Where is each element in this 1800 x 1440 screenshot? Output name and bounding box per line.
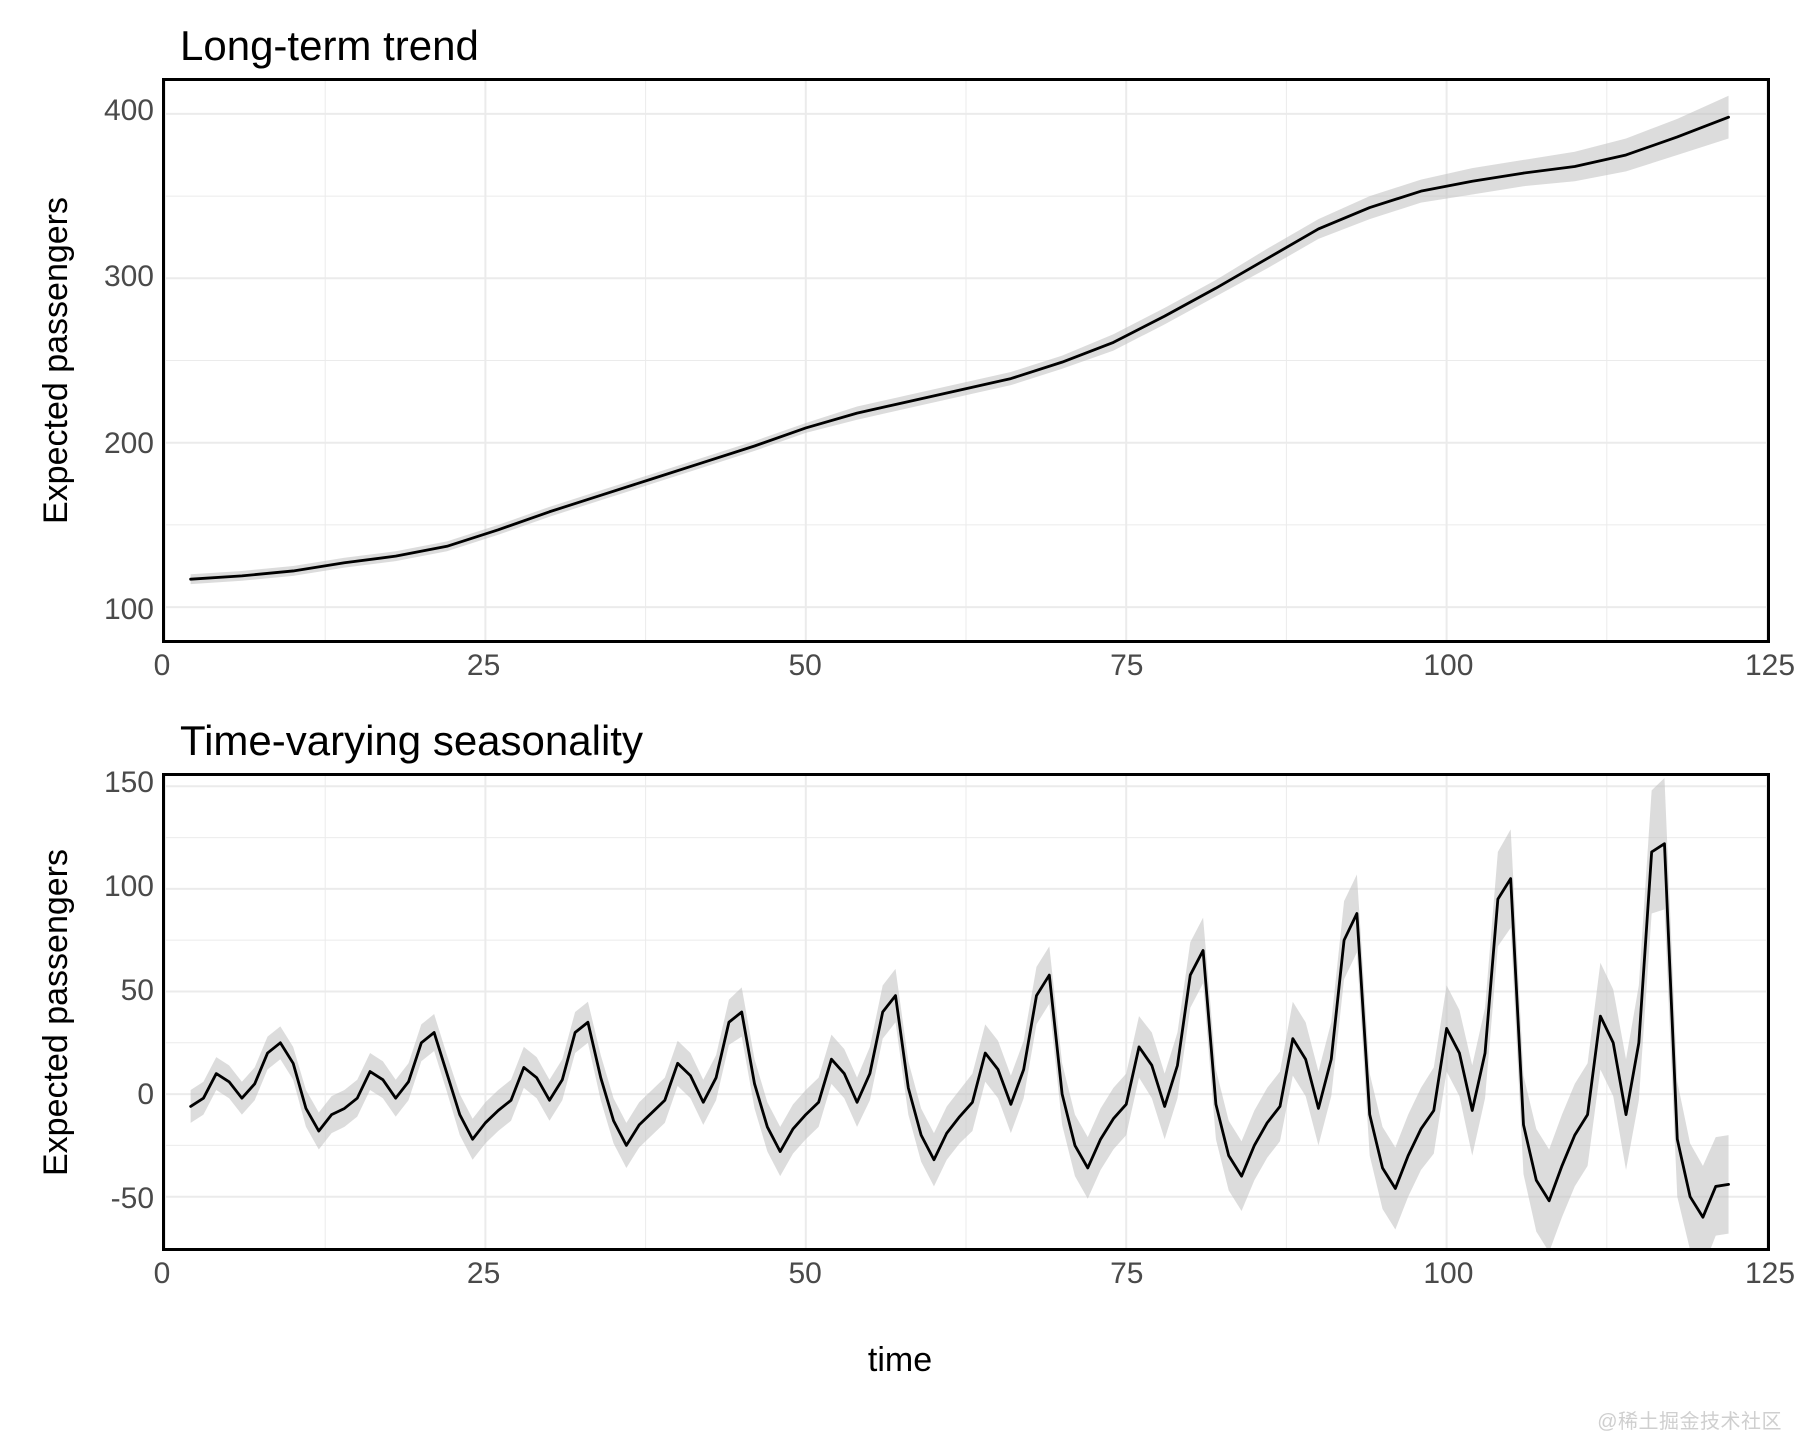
plot-area-season [162,773,1770,1251]
xtick-label: 125 [1745,1257,1795,1291]
plot-row-trend: Expected passengers 100 200 300 400 [30,78,1770,643]
ytick-col-trend: 100 200 300 400 [82,78,162,643]
ytick-label: 150 [104,766,154,800]
panel-title-season: Time-varying seasonality [180,717,1770,765]
xtick-row-season: 0255075100125 [162,1251,1770,1293]
xtick-label: 25 [467,649,500,683]
xtick-label: 0 [154,649,171,683]
xtick-label: 50 [789,649,822,683]
xtick-label: 50 [789,1257,822,1291]
plot-row-season: Expected passengers -50050100150 [30,773,1770,1251]
ytick-label: 200 [104,427,154,461]
ytick-label: 100 [104,593,154,627]
figure: Long-term trend Expected passengers 100 2… [0,0,1800,1440]
panel-trend: Long-term trend Expected passengers 100 2… [30,20,1770,685]
ytick-label: 100 [104,870,154,904]
ylabel-season: Expected passengers [37,849,76,1176]
xtick-label: 100 [1423,1257,1473,1291]
ylab-wrap-season: Expected passengers [30,773,82,1251]
ylabel-trend: Expected passengers [37,197,76,524]
xtick-label: 75 [1110,1257,1143,1291]
plot-area-trend [162,78,1770,643]
ytick-label: 0 [137,1078,154,1112]
xtick-label: 0 [154,1257,171,1291]
ytick-label: 300 [104,260,154,294]
xtick-label: 25 [467,1257,500,1291]
confidence-ribbon [191,96,1729,584]
ytick-label: 400 [104,94,154,128]
ytick-label: 50 [121,974,154,1008]
panel-title-trend: Long-term trend [180,22,1770,70]
watermark: @稀土掘金技术社区 [1597,1405,1782,1434]
ylab-wrap-trend: Expected passengers [30,78,82,643]
ytick-label: -50 [111,1182,154,1216]
xlabel-season: time [30,1341,1770,1380]
ytick-col-season: -50050100150 [82,773,162,1251]
xtick-label: 125 [1745,649,1795,683]
confidence-ribbon [191,778,1729,1248]
xtick-row-trend: 0255075100125 [162,643,1770,685]
xtick-label: 100 [1423,649,1473,683]
panel-season: Time-varying seasonality Expected passen… [30,715,1770,1380]
xtick-label: 75 [1110,649,1143,683]
